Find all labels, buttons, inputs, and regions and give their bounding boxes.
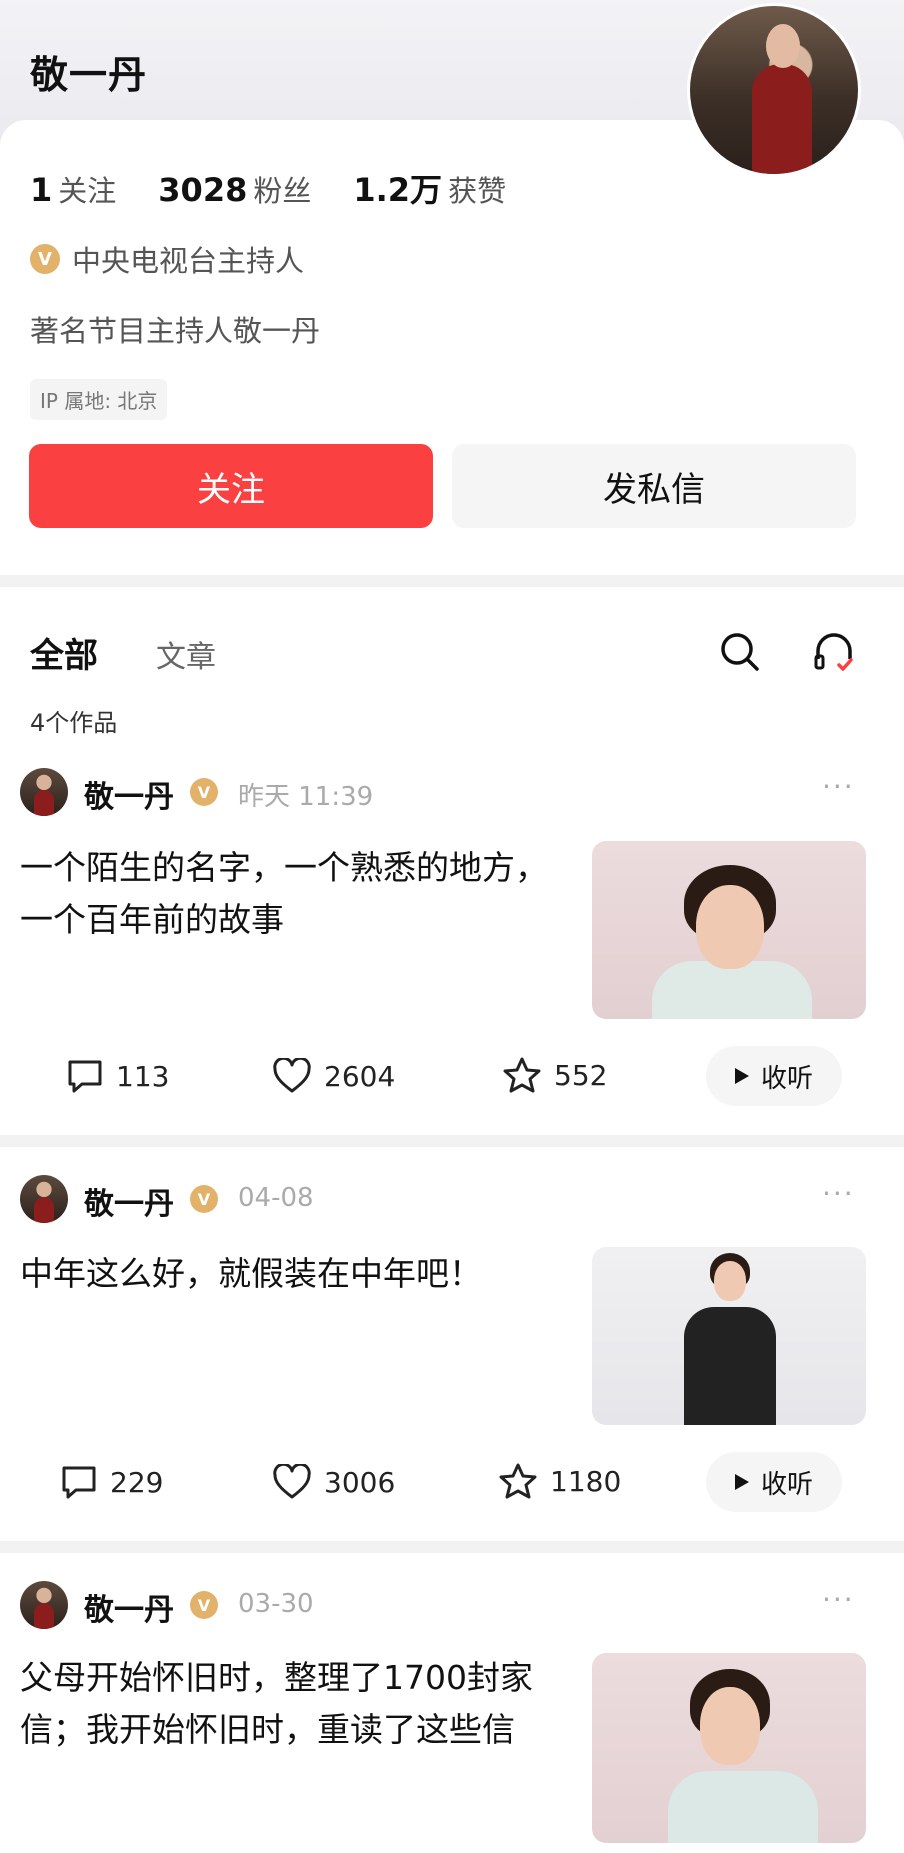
more-icon[interactable]: ··· bbox=[822, 770, 855, 803]
post-author[interactable]: 敬一丹 bbox=[84, 772, 174, 816]
listen-label: 收听 bbox=[760, 1063, 813, 1094]
profile-bio: 著名节目主持人敬一丹 bbox=[30, 314, 321, 348]
profile-stats: 1 关注 3028 粉丝 1.2万 获赞 bbox=[30, 165, 506, 211]
like-count: 3006 bbox=[324, 1465, 396, 1499]
avatar[interactable] bbox=[20, 1175, 68, 1223]
post-author[interactable]: 敬一丹 bbox=[84, 1179, 174, 1223]
verified-icon: V bbox=[30, 244, 60, 274]
section-divider bbox=[0, 1135, 904, 1147]
play-icon bbox=[734, 1474, 749, 1490]
favorite-count: 552 bbox=[554, 1058, 608, 1092]
like-count: 2604 bbox=[324, 1059, 396, 1093]
avatar[interactable] bbox=[20, 768, 68, 816]
more-icon[interactable]: ··· bbox=[822, 1583, 855, 1616]
search-icon[interactable] bbox=[714, 626, 766, 678]
verified-icon: V bbox=[190, 1591, 218, 1619]
listen-button[interactable]: 收听 bbox=[706, 1046, 842, 1106]
comment-icon bbox=[62, 1466, 96, 1499]
star-icon bbox=[499, 1463, 537, 1499]
message-button[interactable]: 发私信 bbox=[452, 444, 856, 528]
tab-all[interactable]: 全部 bbox=[30, 628, 98, 677]
stat-label: 关注 bbox=[58, 174, 117, 208]
comment-count: 113 bbox=[116, 1059, 170, 1093]
post-text[interactable]: 中年这么好，就假装在中年吧！ bbox=[20, 1248, 560, 1300]
heart-icon bbox=[273, 1464, 311, 1499]
verification-text: 中央电视台主持人 bbox=[72, 244, 305, 278]
stat-value: 1.2万 bbox=[353, 171, 443, 209]
stat-label: 粉丝 bbox=[253, 174, 312, 208]
star-icon bbox=[503, 1057, 541, 1093]
avatar[interactable] bbox=[20, 1581, 68, 1629]
profile-avatar[interactable] bbox=[690, 6, 858, 174]
tab-article[interactable]: 文章 bbox=[156, 632, 216, 676]
stat-value: 3028 bbox=[158, 171, 248, 209]
works-count: 4个作品 bbox=[30, 709, 118, 737]
more-icon[interactable]: ··· bbox=[822, 1177, 855, 1210]
section-divider bbox=[0, 1541, 904, 1553]
listen-button[interactable]: 收听 bbox=[706, 1452, 842, 1512]
post-time: 04-08 bbox=[238, 1183, 314, 1213]
page-title: 敬一丹 bbox=[30, 53, 148, 97]
like-button[interactable]: 3006 bbox=[272, 1464, 395, 1500]
verified-icon: V bbox=[190, 1185, 218, 1213]
section-divider bbox=[0, 575, 904, 587]
stat-value: 1 bbox=[30, 171, 53, 209]
follow-button[interactable]: 关注 bbox=[29, 444, 433, 528]
like-button[interactable]: 2604 bbox=[272, 1058, 395, 1094]
post-image[interactable] bbox=[592, 1653, 866, 1843]
post-text[interactable]: 父母开始怀旧时，整理了1700封家信；我开始怀旧时，重读了这些信 bbox=[20, 1652, 560, 1756]
comment-button[interactable]: 113 bbox=[66, 1058, 169, 1094]
listen-label: 收听 bbox=[760, 1469, 813, 1500]
headphones-icon[interactable] bbox=[808, 626, 860, 678]
stat-following[interactable]: 1 关注 bbox=[30, 168, 116, 210]
favorite-button[interactable]: 552 bbox=[502, 1056, 607, 1094]
post-image[interactable] bbox=[592, 1247, 866, 1425]
post-time: 昨天 11:39 bbox=[238, 782, 374, 812]
comment-count: 229 bbox=[110, 1465, 164, 1499]
heart-icon bbox=[273, 1058, 311, 1093]
stat-likes[interactable]: 1.2万 获赞 bbox=[353, 165, 506, 211]
comment-button[interactable]: 229 bbox=[60, 1464, 163, 1500]
comment-icon bbox=[68, 1060, 102, 1093]
stat-fans[interactable]: 3028 粉丝 bbox=[158, 168, 311, 210]
post-text[interactable]: 一个陌生的名字，一个熟悉的地方，一个百年前的故事 bbox=[20, 842, 560, 946]
post-image[interactable] bbox=[592, 841, 866, 1019]
ip-location-tag: IP 属地: 北京 bbox=[30, 379, 168, 420]
post-time: 03-30 bbox=[238, 1589, 314, 1619]
post-author[interactable]: 敬一丹 bbox=[84, 1585, 174, 1629]
stat-label: 获赞 bbox=[448, 174, 507, 208]
play-icon bbox=[734, 1068, 749, 1084]
favorite-button[interactable]: 1180 bbox=[498, 1462, 621, 1500]
verified-icon: V bbox=[190, 778, 218, 806]
verification-row: V 中央电视台主持人 bbox=[30, 238, 304, 280]
favorite-count: 1180 bbox=[550, 1464, 622, 1498]
